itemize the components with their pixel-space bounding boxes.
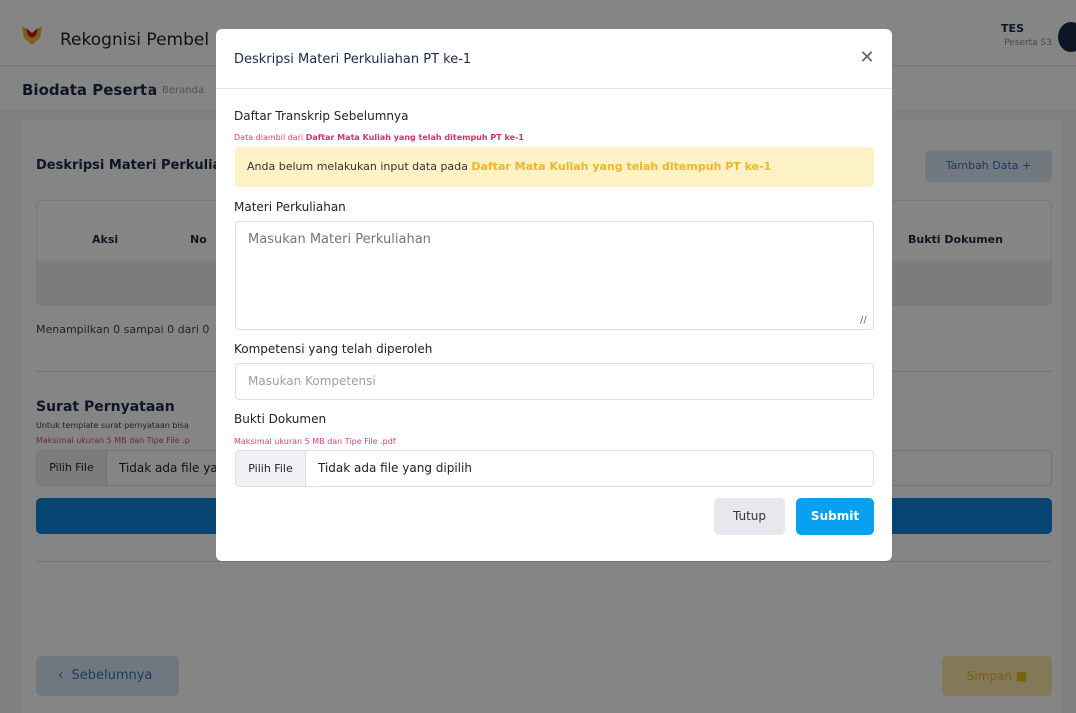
- file-status-text: Tidak ada file yang dipilih: [318, 461, 472, 475]
- bukti-note: Maksimal ukuran 5 MB dan Tipe File .pdf: [234, 437, 396, 446]
- transcript-label: Daftar Transkrip Sebelumnya: [234, 109, 409, 123]
- transcript-note: Data diambil dari Daftar Mata Kuliah yan…: [234, 133, 524, 142]
- kompetensi-label: Kompetensi yang telah diperoleh: [234, 342, 433, 356]
- modal-dialog: Deskripsi Materi Perkuliahan PT ke-1 ✕ D…: [216, 29, 892, 561]
- kompetensi-input[interactable]: Masukan Kompetensi: [235, 363, 874, 400]
- resize-handle-icon[interactable]: ∕∕: [860, 315, 867, 326]
- materi-textarea[interactable]: [235, 221, 874, 330]
- bukti-file-input[interactable]: Pilih File Tidak ada file yang dipilih: [235, 450, 874, 487]
- alert-link[interactable]: Daftar Mata Kuliah yang telah ditempuh P…: [471, 160, 771, 173]
- bukti-label: Bukti Dokumen: [234, 412, 327, 426]
- transcript-note-link[interactable]: Daftar Mata Kuliah yang telah ditempuh P…: [306, 133, 524, 142]
- warning-alert: Anda belum melakukan input data pada Daf…: [235, 147, 874, 187]
- materi-label: Materi Perkuliahan: [234, 200, 346, 214]
- submit-button[interactable]: Submit: [796, 498, 874, 535]
- file-choose-button[interactable]: Pilih File: [236, 451, 306, 486]
- close-icon[interactable]: ✕: [856, 47, 878, 69]
- modal-title: Deskripsi Materi Perkuliahan PT ke-1: [234, 52, 472, 67]
- close-button[interactable]: Tutup: [714, 498, 785, 535]
- modal-divider: [216, 88, 892, 89]
